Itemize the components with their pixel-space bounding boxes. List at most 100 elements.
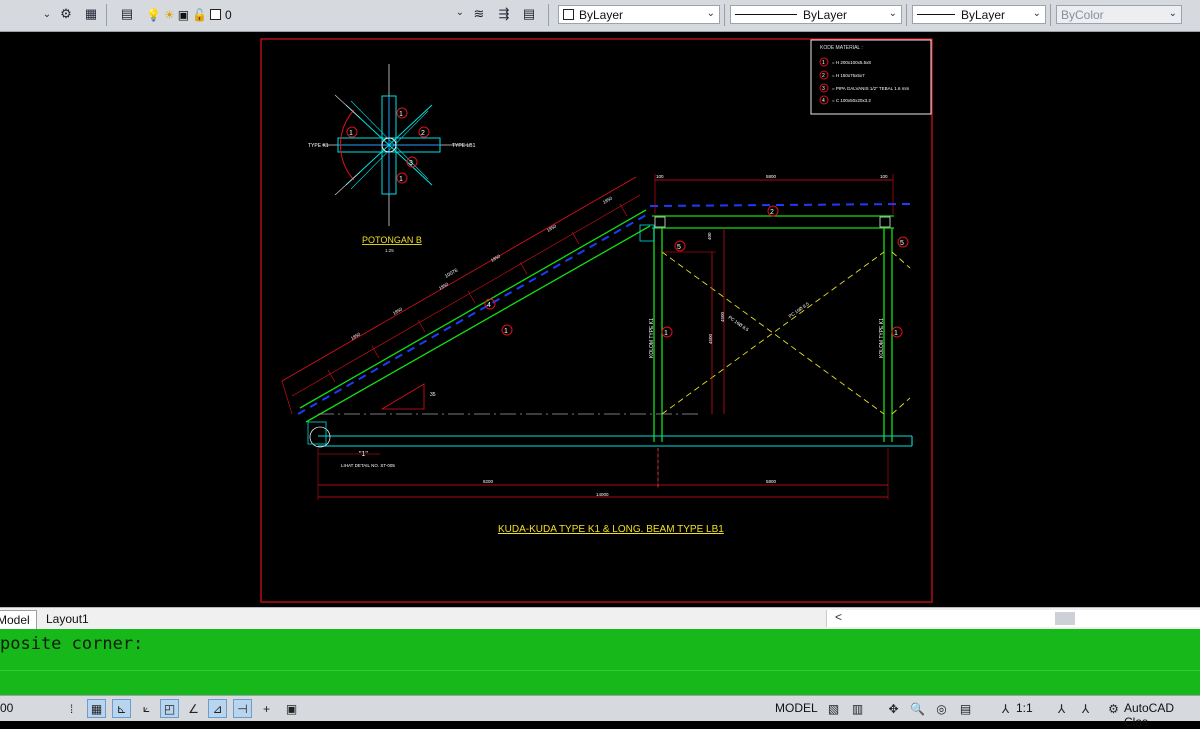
right-span-dim: 5800 xyxy=(766,479,777,484)
material-text-4: = C 100x50x20x3.2 xyxy=(832,98,871,103)
lineweight-value: ByLayer xyxy=(961,7,1006,22)
detail-label: "1" xyxy=(359,451,368,458)
transparency-icon[interactable]: ▣ xyxy=(282,699,301,718)
color-value: ByLayer xyxy=(579,7,624,22)
chevron-down-icon[interactable]: ⌄ xyxy=(38,5,56,23)
lineweight-sample xyxy=(917,14,955,15)
quick-view-drawings-icon[interactable]: ▥ xyxy=(848,699,867,718)
showmotion-icon[interactable]: ▤ xyxy=(956,699,975,718)
dynamic-input-icon[interactable]: ⊣ xyxy=(233,699,252,718)
material-num-3: 3 xyxy=(822,86,825,92)
layer-name: 0 xyxy=(225,7,232,22)
toolbar-separator xyxy=(548,4,549,26)
svg-text:1: 1 xyxy=(664,330,668,337)
scroll-thumb[interactable] xyxy=(1055,612,1075,625)
svg-text:100: 100 xyxy=(880,174,888,179)
column-height-dim: 4500 xyxy=(708,333,713,344)
match-layer-icon[interactable]: ⇶ xyxy=(495,5,513,23)
polar-tracking-icon[interactable]: ◰ xyxy=(160,699,179,718)
cad-drawing: KODE MATERIAL : 1 = H 200x100x5.5x8 2 = … xyxy=(260,38,933,603)
drawing-title: KUDA-KUDA TYPE K1 & LONG. BEAM TYPE LB1 xyxy=(498,524,724,535)
workspace-name[interactable]: AutoCAD Clas xyxy=(1124,701,1200,729)
previous-layer-icon[interactable]: ▤ xyxy=(520,5,538,23)
ortho-icon[interactable]: ⟀ xyxy=(137,699,156,718)
viewport-freeze-icon: ▣ xyxy=(177,7,190,22)
svg-text:2: 2 xyxy=(770,209,774,216)
layer-state-icon[interactable]: ▦ xyxy=(82,5,100,23)
color-combo[interactable]: ByLayer ⌄ xyxy=(558,5,720,24)
type-k1-label: TYPE K1 xyxy=(308,143,329,149)
material-num-4: 4 xyxy=(822,98,825,104)
svg-text:400: 400 xyxy=(707,232,712,240)
annotation-visibility-icon[interactable]: ⅄ xyxy=(1052,699,1071,718)
object-snap-icon[interactable]: ⊿ xyxy=(208,699,227,718)
svg-text:4500: 4500 xyxy=(720,311,725,322)
column-label-right: KOLOM TYPE K1 xyxy=(879,318,885,358)
tab-model-label: Model xyxy=(0,613,30,627)
tab-layout1[interactable]: Layout1 xyxy=(40,610,95,628)
quick-view-layouts-icon[interactable]: ▧ xyxy=(824,699,843,718)
unlock-icon: 🔓 xyxy=(192,7,208,22)
coordinate-readout: 00 xyxy=(0,701,14,715)
tab-model[interactable]: Model xyxy=(0,610,37,629)
layer-combo[interactable]: 💡 ☀ ▣ 🔓 0 ⌄ xyxy=(142,5,468,24)
lineweight-icon[interactable]: + xyxy=(257,699,276,718)
svg-text:5: 5 xyxy=(900,240,904,247)
svg-text:PC 16Ø 8.5: PC 16Ø 8.5 xyxy=(727,315,750,333)
color-swatch-icon xyxy=(210,9,222,20)
svg-text:1850: 1850 xyxy=(350,331,362,341)
section-title: POTONGAN B xyxy=(362,235,422,245)
material-text-3: = PIPA GALVANIS 1/2" TEBAL 1.6 mm xyxy=(832,86,910,91)
auto-scale-icon[interactable]: ⅄ xyxy=(1076,699,1095,718)
osnap-tracking-icon[interactable]: ∠ xyxy=(184,699,203,718)
svg-text:1: 1 xyxy=(399,176,403,183)
svg-text:35: 35 xyxy=(430,392,436,398)
workspace-gear-icon[interactable]: ⚙ xyxy=(1104,699,1123,718)
chevron-down-icon: ⌄ xyxy=(1168,8,1177,19)
chevron-down-icon: ⌄ xyxy=(888,8,897,19)
lineweight-combo[interactable]: ByLayer ⌄ xyxy=(912,5,1046,24)
steering-wheel-icon[interactable]: ◎ xyxy=(932,699,951,718)
lightbulb-icon: 💡 xyxy=(146,7,161,22)
svg-text:1: 1 xyxy=(894,330,898,337)
svg-text:5: 5 xyxy=(677,244,681,251)
grid-icon[interactable]: ▦ xyxy=(87,699,106,718)
svg-text:1: 1 xyxy=(399,111,403,118)
command-input[interactable] xyxy=(0,670,1200,671)
chevron-down-icon: ⌄ xyxy=(455,7,464,18)
anchor-note: LIHAT DETAIL NO. ST-005 xyxy=(341,463,395,468)
scroll-left-arrow-icon[interactable]: < xyxy=(835,610,842,624)
pan-icon[interactable]: ✥ xyxy=(884,699,903,718)
sheet-border xyxy=(260,38,933,603)
linetype-combo[interactable]: ByLayer ⌄ xyxy=(730,5,902,24)
svg-text:1850: 1850 xyxy=(602,195,614,205)
svg-text:1: 1 xyxy=(504,328,508,335)
section-scale: 1:25 xyxy=(385,248,394,253)
gear-icon[interactable]: ⚙ xyxy=(57,5,75,23)
toolbar-separator xyxy=(724,4,725,26)
zoom-icon[interactable]: 🔍 xyxy=(908,699,927,718)
material-text-2: = H 150x75x5x7 xyxy=(832,73,865,78)
toolbar-separator xyxy=(906,4,907,26)
left-span-dim: 8200 xyxy=(483,479,494,484)
chevron-down-icon: ⌄ xyxy=(706,8,715,19)
snap-mode-icon[interactable]: ⊾ xyxy=(112,699,131,718)
linetype-sample xyxy=(735,14,797,15)
horizontal-scrollbar[interactable]: < xyxy=(826,610,1200,627)
annotation-scale-icon[interactable]: ⅄ xyxy=(996,699,1015,718)
chevron-down-icon: ⌄ xyxy=(1032,8,1041,19)
svg-text:PC 16Ø 8.5: PC 16Ø 8.5 xyxy=(788,301,811,319)
make-current-layer-icon[interactable]: ≋ xyxy=(470,5,488,23)
total-span-dim: 14000 xyxy=(596,492,609,497)
command-line[interactable]: posite corner: xyxy=(0,629,1200,695)
svg-text:1: 1 xyxy=(349,130,353,137)
svg-text:3: 3 xyxy=(409,160,413,167)
linetype-value: ByLayer xyxy=(803,7,848,22)
annotation-scale-value[interactable]: 1:1 xyxy=(1016,701,1033,715)
material-heading: KODE MATERIAL : xyxy=(820,45,863,51)
drawing-canvas[interactable]: KODE MATERIAL : 1 = H 200x100x5.5x8 2 = … xyxy=(0,32,1200,606)
layer-properties-icon[interactable]: ▤ xyxy=(118,5,136,23)
material-legend-box xyxy=(810,39,932,115)
infer-constraints-icon[interactable]: ⁞ xyxy=(62,699,81,718)
model-space-button[interactable]: MODEL xyxy=(775,701,818,715)
